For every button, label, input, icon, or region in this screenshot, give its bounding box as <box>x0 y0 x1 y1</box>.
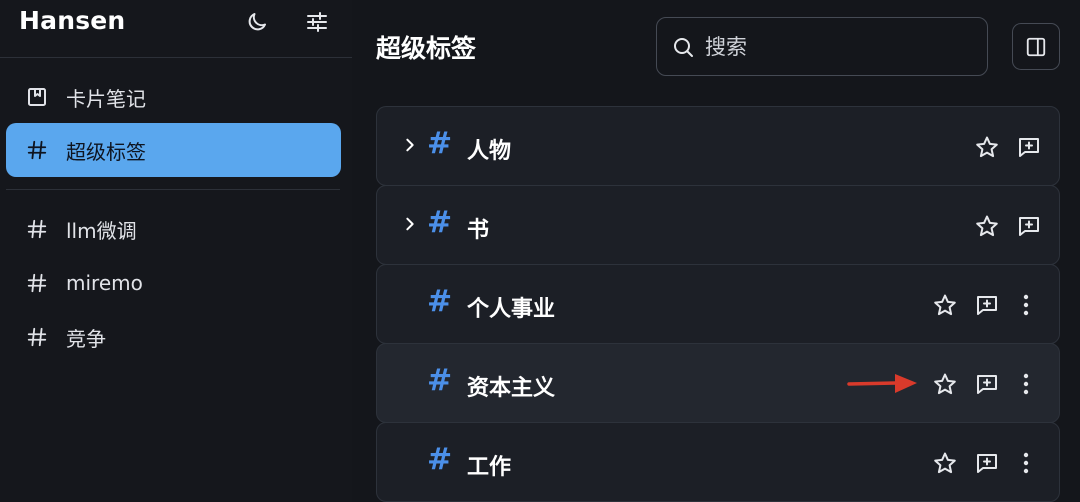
sidebar: Hansen 卡片笔记 超级标签 llm微调 miremo 竞争 <box>0 0 352 502</box>
brand-title: Hansen <box>19 6 126 35</box>
search-box[interactable] <box>656 17 988 76</box>
tag-row-people[interactable]: # 人物 <box>376 106 1060 186</box>
hash-icon: # <box>427 284 453 319</box>
search-input[interactable] <box>705 34 975 59</box>
tag-label: 书 <box>467 218 490 243</box>
tag-row-capitalism[interactable]: # 资本主义 <box>376 343 1060 423</box>
tag-row-work[interactable]: # 工作 <box>376 422 1060 502</box>
add-comment-icon[interactable] <box>1016 213 1042 239</box>
sidebar-item-miremo[interactable]: miremo <box>6 256 341 310</box>
sidebar-divider <box>6 189 340 190</box>
add-comment-icon[interactable] <box>1016 134 1042 160</box>
hash-icon: # <box>427 205 453 240</box>
tag-row-personal-career[interactable]: # 个人事业 <box>376 264 1060 344</box>
main-content: 超级标签 # 人物 <box>352 0 1080 502</box>
hash-icon: # <box>427 363 453 398</box>
annotation-arrow-icon <box>847 374 917 393</box>
more-vertical-icon[interactable] <box>1017 371 1035 397</box>
chevron-right-icon[interactable] <box>399 134 421 156</box>
star-icon[interactable] <box>932 371 958 397</box>
sidebar-item-label: 超级标签 <box>66 139 146 164</box>
hash-icon: # <box>427 442 453 477</box>
hash-icon <box>24 324 50 350</box>
tag-row-books[interactable]: # 书 <box>376 185 1060 265</box>
sidebar-item-label: llm微调 <box>66 218 137 243</box>
star-icon[interactable] <box>932 292 958 318</box>
tag-label: 人物 <box>467 139 512 164</box>
tag-list: # 人物 # 书 # 个人事业 # 资本主义 # 工作 <box>376 106 1060 502</box>
hash-icon <box>24 216 50 242</box>
hash-icon <box>24 270 50 296</box>
sidebar-item-label: miremo <box>66 271 143 295</box>
sidebar-item-competition[interactable]: 竞争 <box>6 310 341 364</box>
sidebar-item-super-tags[interactable]: 超级标签 <box>6 123 341 177</box>
chevron-right-icon[interactable] <box>399 213 421 235</box>
page-title: 超级标签 <box>376 34 477 63</box>
sliders-icon <box>307 12 327 32</box>
tag-label: 工作 <box>467 455 512 480</box>
card-note-icon <box>24 84 50 110</box>
app-window: Hansen 卡片笔记 超级标签 llm微调 miremo 竞争 超级标签 搜索… <box>0 0 1080 502</box>
star-icon[interactable] <box>974 213 1000 239</box>
sidebar-item-llm-finetune[interactable]: llm微调 <box>6 202 341 256</box>
sidebar-item-label: 竞争 <box>66 326 106 351</box>
star-icon[interactable] <box>932 450 958 476</box>
search-icon <box>674 37 693 57</box>
star-icon[interactable] <box>974 134 1000 160</box>
tag-label: 资本主义 <box>467 376 556 401</box>
more-vertical-icon[interactable] <box>1017 292 1035 318</box>
moon-icon <box>248 13 266 31</box>
sidebar-panel-icon <box>1026 37 1046 56</box>
add-comment-icon[interactable] <box>974 292 1000 318</box>
sidebar-item-label: 卡片笔记 <box>66 86 146 111</box>
hash-icon <box>24 137 50 163</box>
theme-toggle-button[interactable] <box>242 7 272 37</box>
hash-icon: # <box>427 126 453 161</box>
toggle-panel-button[interactable] <box>1012 23 1060 70</box>
more-vertical-icon[interactable] <box>1017 450 1035 476</box>
sidebar-item-card-notes[interactable]: 卡片笔记 <box>6 70 341 124</box>
settings-button[interactable] <box>302 7 332 37</box>
sidebar-divider <box>0 57 352 58</box>
tag-label: 个人事业 <box>467 297 556 322</box>
add-comment-icon[interactable] <box>974 371 1000 397</box>
add-comment-icon[interactable] <box>974 450 1000 476</box>
